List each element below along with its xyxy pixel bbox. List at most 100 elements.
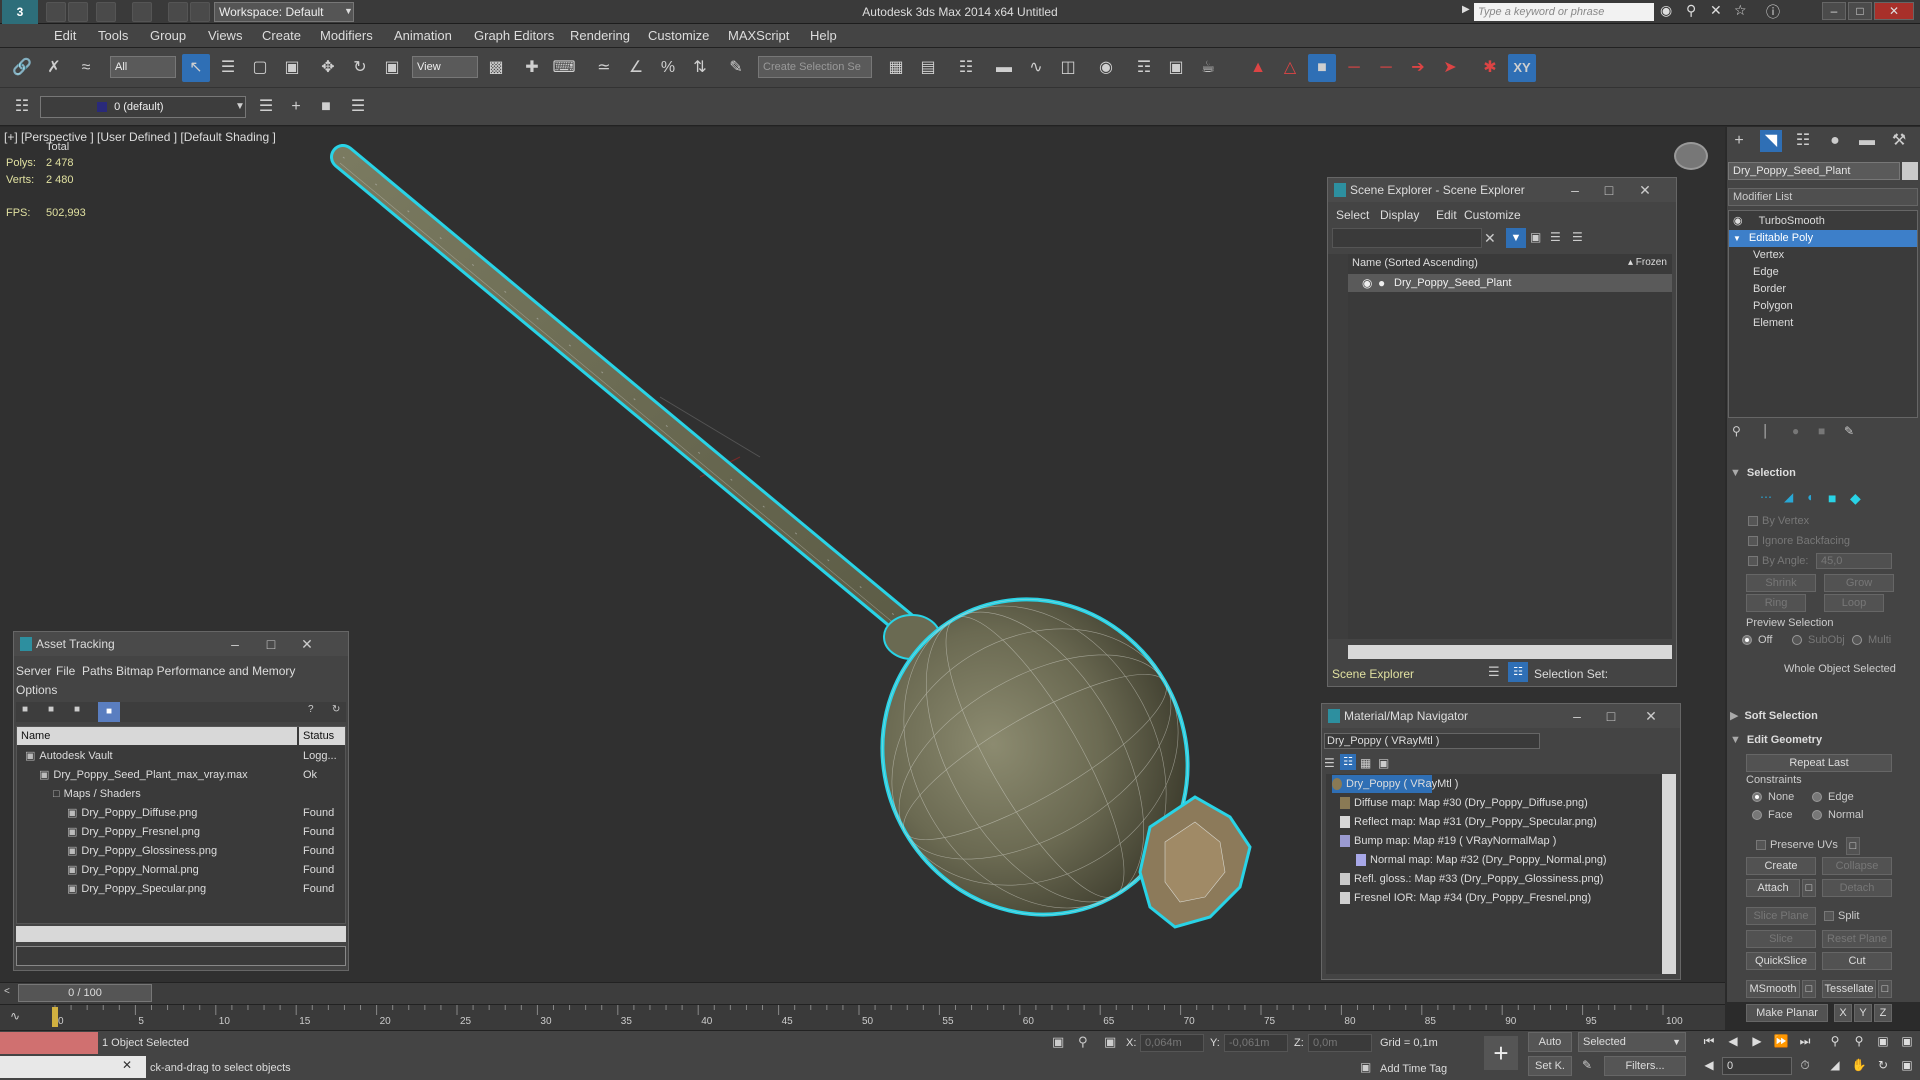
scene-explorer-search-field[interactable] bbox=[1332, 228, 1482, 248]
set-project-icon[interactable] bbox=[190, 2, 210, 22]
ignore-backfacing-checkbox[interactable] bbox=[1748, 536, 1758, 546]
menu-rendering[interactable]: Rendering bbox=[570, 28, 630, 43]
make-planar-y-button[interactable]: Y bbox=[1854, 1004, 1872, 1022]
modifier-stack-item[interactable]: ▼ Editable Poly bbox=[1729, 230, 1917, 247]
polygon-mode-icon[interactable]: ■ bbox=[1828, 490, 1836, 506]
unlink-icon[interactable]: ✗ bbox=[40, 54, 68, 82]
make-unique-icon[interactable]: ● bbox=[1792, 424, 1799, 438]
snap-face-icon[interactable]: ─ bbox=[1372, 54, 1400, 82]
asset-row[interactable]: ▣ Dry_Poppy_Glossiness.png bbox=[17, 842, 297, 860]
orbit-icon[interactable]: ↻ bbox=[1874, 1056, 1892, 1074]
exchange-icon[interactable]: ✕ bbox=[1710, 2, 1722, 19]
attach-settings-button[interactable]: □ bbox=[1802, 879, 1816, 897]
modify-tab-icon[interactable]: ◥ bbox=[1760, 130, 1782, 152]
help-icon[interactable]: ⓘ bbox=[1766, 2, 1780, 22]
modifier-list-dropdown[interactable]: Modifier List bbox=[1728, 188, 1918, 206]
align-icon[interactable]: ▤ bbox=[914, 54, 942, 82]
modifier-stack-item[interactable]: Polygon bbox=[1729, 298, 1917, 315]
viewcube-icon[interactable] bbox=[1674, 142, 1708, 170]
previous-frame-icon[interactable]: ◀ bbox=[1724, 1032, 1742, 1050]
asset-row[interactable]: ▣ Dry_Poppy_Fresnel.png bbox=[17, 823, 297, 841]
curve-editor-icon[interactable]: ∿ bbox=[1022, 54, 1050, 82]
scene-explorer-menu-select[interactable]: Select bbox=[1336, 208, 1369, 222]
view-large-icons-icon[interactable]: ▣ bbox=[1378, 756, 1389, 770]
constraint-edge-radio[interactable] bbox=[1812, 792, 1822, 802]
scene-explorer-maximize-button[interactable]: □ bbox=[1594, 178, 1624, 202]
pivot-center-icon[interactable]: ▩ bbox=[482, 54, 510, 82]
view-list-icon[interactable]: ☰ bbox=[1324, 756, 1335, 770]
snap-edge-icon[interactable]: ─ bbox=[1340, 54, 1368, 82]
scene-explorer-minimize-button[interactable]: – bbox=[1560, 178, 1590, 202]
quickslice-button[interactable]: QuickSlice bbox=[1746, 952, 1816, 970]
time-configuration-icon[interactable]: ⏱ bbox=[1796, 1056, 1814, 1074]
current-frame-field[interactable]: 0 bbox=[1722, 1057, 1792, 1075]
preview-multi-radio[interactable] bbox=[1852, 635, 1862, 645]
close-button[interactable]: ✕ bbox=[1874, 2, 1914, 20]
select-and-scale-icon[interactable]: ▣ bbox=[378, 54, 406, 82]
key-filters-button[interactable]: Filters... bbox=[1604, 1056, 1686, 1076]
menu-views[interactable]: Views bbox=[208, 28, 242, 43]
snap-endpoint-icon[interactable]: △ bbox=[1276, 54, 1304, 82]
named-selection-dropdown[interactable]: Create Selection Se bbox=[758, 56, 872, 78]
snaps-toggle-icon[interactable]: ≃ bbox=[590, 54, 618, 82]
asset-tracking-minimize-button[interactable]: – bbox=[220, 632, 250, 656]
select-objects-in-layer-icon[interactable]: ☰ bbox=[344, 93, 372, 121]
asset-tracking-close-button[interactable]: ✕ bbox=[292, 632, 322, 656]
search-input[interactable]: Type a keyword or phrase bbox=[1474, 3, 1654, 21]
select-and-rotate-icon[interactable]: ↻ bbox=[346, 54, 374, 82]
key-icon[interactable]: ⚲ bbox=[1686, 2, 1696, 19]
modifier-stack-item[interactable]: Edge bbox=[1729, 264, 1917, 281]
material-navigator-maximize-button[interactable]: □ bbox=[1596, 704, 1626, 728]
asset-view-tree-icon[interactable]: ■ bbox=[22, 704, 28, 715]
constraint-none-radio[interactable] bbox=[1752, 792, 1762, 802]
asset-column-header-name[interactable]: Name bbox=[17, 727, 297, 745]
snap-midpoint-icon[interactable]: ■ bbox=[1308, 54, 1336, 82]
scene-explorer-close-button[interactable]: ✕ bbox=[1630, 178, 1660, 202]
hierarchy-view-icon[interactable]: ☷ bbox=[1508, 662, 1528, 682]
bind-to-space-warp-icon[interactable]: ≈ bbox=[72, 54, 100, 82]
add-time-tag-label[interactable]: Add Time Tag bbox=[1380, 1063, 1447, 1075]
asset-view-table-icon[interactable]: ■ bbox=[74, 704, 80, 715]
menu-modifiers[interactable]: Modifiers bbox=[320, 28, 373, 43]
object-color-swatch[interactable] bbox=[1902, 162, 1918, 180]
graphite-ribbon-icon[interactable]: ▬ bbox=[990, 54, 1018, 82]
expand-stack-icon[interactable]: ▼ bbox=[1733, 234, 1741, 243]
constraint-normal-radio[interactable] bbox=[1812, 810, 1822, 820]
layer-dropdown-arrow-icon[interactable]: ▼ bbox=[226, 93, 254, 121]
asset-menu-file[interactable]: File bbox=[56, 664, 75, 678]
show-end-result-icon[interactable]: │ bbox=[1762, 424, 1770, 438]
asset-help-icon[interactable]: ? bbox=[308, 704, 314, 715]
view-list-icons-icon[interactable]: ☷ bbox=[1340, 754, 1356, 770]
motion-tab-icon[interactable]: ● bbox=[1824, 130, 1846, 152]
shrink-button[interactable]: Shrink bbox=[1746, 574, 1816, 592]
menu-animation[interactable]: Animation bbox=[394, 28, 452, 43]
cut-button[interactable]: Cut bbox=[1822, 952, 1892, 970]
constraint-face-radio[interactable] bbox=[1752, 810, 1762, 820]
go-to-start-icon[interactable]: ⏮ bbox=[1700, 1032, 1718, 1050]
open-icon[interactable] bbox=[46, 2, 66, 22]
material-root-row[interactable]: Dry_Poppy ( VRayMtl ) bbox=[1332, 775, 1458, 793]
scene-object-row[interactable]: ◉ ● Dry_Poppy_Seed_Plant bbox=[1348, 274, 1672, 292]
select-and-move-icon[interactable]: ✥ bbox=[314, 54, 342, 82]
keyboard-shortcut-override-icon[interactable]: ⌨ bbox=[550, 54, 578, 82]
percent-snap-icon[interactable]: % bbox=[654, 54, 682, 82]
angle-snap-icon[interactable]: ∠ bbox=[622, 54, 650, 82]
asset-menu-server[interactable]: Server bbox=[16, 664, 51, 678]
slice-plane-button[interactable]: Slice Plane bbox=[1746, 907, 1816, 925]
repeat-last-button[interactable]: Repeat Last bbox=[1746, 754, 1892, 772]
asset-row[interactable]: ▣ Dry_Poppy_Normal.png bbox=[17, 861, 297, 879]
time-slider-thumb[interactable]: 0 / 100 bbox=[18, 984, 152, 1002]
scene-explorer-menu-edit[interactable]: Edit bbox=[1436, 208, 1457, 222]
element-mode-icon[interactable]: ◆ bbox=[1850, 490, 1861, 507]
asset-refresh-icon[interactable]: ↻ bbox=[332, 704, 340, 715]
y-coord-field[interactable]: -0,061m bbox=[1224, 1034, 1288, 1052]
ring-button[interactable]: Ring bbox=[1746, 594, 1806, 612]
maximize-button[interactable]: □ bbox=[1848, 2, 1872, 20]
material-map-row[interactable]: Refl. gloss.: Map #33 (Dry_Poppy_Glossin… bbox=[1340, 870, 1603, 888]
collapse-button[interactable]: Collapse bbox=[1822, 857, 1892, 875]
selection-set-label[interactable]: Selection Set: bbox=[1534, 667, 1608, 681]
msmooth-settings-button[interactable]: □ bbox=[1802, 980, 1816, 998]
reset-plane-button[interactable]: Reset Plane bbox=[1822, 930, 1892, 948]
app-logo-icon[interactable]: 3 bbox=[2, 0, 38, 24]
material-map-row[interactable]: Reflect map: Map #31 (Dry_Poppy_Specular… bbox=[1340, 813, 1597, 831]
